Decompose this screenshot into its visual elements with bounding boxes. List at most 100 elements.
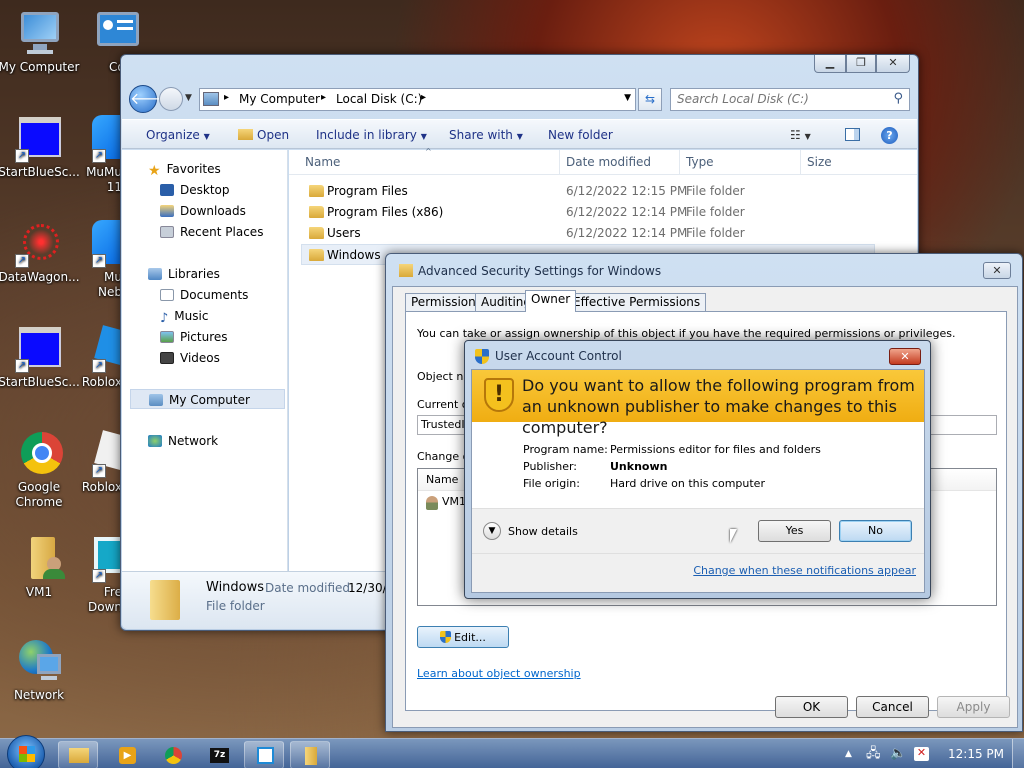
address-bar[interactable]: ▸ My Computer ▸ Local Disk (C:) ▸ ▼ — [199, 88, 636, 111]
column-date-modified[interactable]: Date modified — [566, 155, 651, 169]
uac-title: User Account Control — [495, 349, 622, 363]
nav-label: Documents — [180, 288, 249, 302]
close-button[interactable]: ✕ — [889, 348, 921, 365]
network-tray-icon[interactable]: 🖧 — [866, 739, 881, 768]
nav-documents[interactable]: Documents — [160, 285, 248, 305]
recent-pages-dropdown[interactable]: ▼ — [185, 93, 192, 103]
nav-music[interactable]: ♪ Music — [160, 306, 208, 326]
clock[interactable]: 12:15 PM — [948, 739, 1004, 768]
close-button[interactable]: ✕ — [876, 55, 910, 73]
volume-icon[interactable]: 🔈 — [890, 739, 906, 768]
mumu-icon: ↗ — [78, 115, 122, 163]
table-row[interactable]: Program Files 6/12/2022 12:15 PM File fo… — [289, 181, 869, 202]
tab-owner[interactable]: Owner — [525, 290, 577, 312]
column-header-row: Name ^ Date modified Type Size — [289, 147, 917, 175]
taskbar-7zip[interactable]: 7z — [198, 741, 238, 768]
include-in-library-button[interactable]: Include in library ▼ — [316, 120, 427, 150]
nav-pictures[interactable]: Pictures — [160, 327, 228, 347]
table-row[interactable]: Users 6/12/2022 12:14 PM File folder — [289, 223, 869, 244]
minimize-button[interactable]: ▁ — [814, 55, 846, 73]
nav-downloads[interactable]: Downloads — [160, 201, 246, 221]
desktop-icon-mumu[interactable]: ↗ MuMu 11 — [78, 115, 122, 195]
breadcrumb-local-disk[interactable]: Local Disk (C:) — [336, 92, 422, 106]
desktop-icon-datawagon[interactable]: ↗ DataWagon... — [0, 220, 81, 285]
apply-button[interactable]: Apply — [937, 696, 1010, 718]
ok-button[interactable]: OK — [775, 696, 848, 718]
details-type: File folder — [206, 599, 265, 613]
address-dropdown-icon[interactable]: ▼ — [624, 93, 631, 103]
change-notifications-link[interactable]: Change when these notifications appear — [693, 564, 916, 577]
column-name[interactable]: Name — [305, 155, 340, 169]
taskbar-media-player[interactable]: ▶ — [106, 741, 146, 768]
music-icon: ♪ — [160, 311, 169, 326]
taskbar-chrome[interactable] — [152, 741, 192, 768]
start-button[interactable] — [7, 735, 45, 768]
share-with-button[interactable]: Share with ▼ — [449, 120, 523, 150]
cancel-button[interactable]: Cancel — [856, 696, 929, 718]
taskbar-app[interactable] — [244, 741, 284, 768]
show-hidden-icons-button[interactable]: ▲ — [845, 739, 852, 768]
chevron-down-icon: ▼ — [516, 132, 523, 141]
cancel-label: Cancel — [872, 700, 913, 714]
star-icon: ★ — [148, 163, 161, 179]
desktop-icon-network[interactable]: Network — [0, 638, 81, 703]
nav-videos[interactable]: Videos — [160, 348, 220, 368]
desktop-icon-google-chrome[interactable]: Google Chrome — [0, 430, 81, 510]
organize-button[interactable]: Organize ▼ — [146, 120, 210, 150]
column-name[interactable]: Name — [426, 473, 458, 486]
nav-my-computer[interactable]: My Computer — [130, 389, 285, 409]
taskbar-folder-active[interactable] — [290, 741, 330, 768]
change-view-button[interactable]: ☷ ▼ — [790, 120, 811, 150]
chrome-icon — [165, 747, 182, 764]
table-row[interactable]: Program Files (x86) 6/12/2022 12:14 PM F… — [289, 202, 869, 223]
desktop-icon-startbluescreen[interactable]: ↗ StartBlueSc... — [0, 115, 81, 180]
nav-label: Downloads — [180, 204, 246, 218]
folder-icon — [309, 227, 324, 239]
row-date: 6/12/2022 12:14 PM — [566, 205, 688, 219]
preview-pane-button[interactable] — [845, 120, 860, 150]
show-desktop-button[interactable] — [1012, 739, 1024, 768]
nav-desktop[interactable]: Desktop — [160, 180, 230, 200]
nav-favorites[interactable]: ★ Favorites — [148, 159, 221, 179]
nav-network[interactable]: Network — [148, 431, 218, 451]
nav-recent-places[interactable]: Recent Places — [160, 222, 263, 242]
learn-ownership-link[interactable]: Learn about object ownership — [417, 667, 581, 680]
edit-button[interactable]: Edit... — [417, 626, 509, 648]
column-divider — [559, 150, 560, 174]
column-size[interactable]: Size — [807, 155, 832, 169]
desktop-icon-label: Roblox — [81, 375, 122, 389]
maximize-button[interactable]: ❐ — [846, 55, 876, 73]
open-label: Open — [257, 128, 290, 142]
help-button[interactable]: ? — [881, 120, 898, 150]
details-name: Windows — [206, 580, 265, 595]
desktop-icon-vm1[interactable]: VM1 — [0, 535, 81, 600]
open-button[interactable]: Open — [238, 120, 289, 150]
desktop-icon-my-computer[interactable]: My Computer — [0, 10, 81, 75]
close-button[interactable]: ✕ — [983, 262, 1011, 279]
yes-button[interactable]: Yes — [758, 520, 831, 542]
search-box[interactable]: ⚲ — [670, 88, 910, 111]
desktop-icon-roblox-studio[interactable]: ↗ Roblox — [78, 430, 122, 495]
desktop-icon-mumu-nebula[interactable]: ↗ Mu Neb — [78, 220, 122, 300]
folder-icon — [399, 264, 413, 277]
file-origin-value: Hard drive on this computer — [610, 477, 765, 490]
back-button[interactable]: 🡐 — [129, 85, 173, 113]
shortcut-arrow-icon: ↗ — [92, 359, 106, 373]
forward-button[interactable] — [159, 87, 183, 111]
column-type[interactable]: Type — [686, 155, 714, 169]
search-input[interactable] — [677, 92, 877, 106]
breadcrumb-my-computer[interactable]: My Computer — [239, 92, 320, 106]
ok-label: OK — [802, 700, 821, 714]
nav-libraries[interactable]: Libraries — [148, 264, 220, 284]
desktop-icon-roblox[interactable]: ↗ Roblox — [78, 325, 122, 390]
no-button[interactable]: No — [839, 520, 912, 542]
action-center-icon[interactable]: ✕ — [914, 747, 929, 761]
desktop-icon-startbluescreen-2[interactable]: ↗ StartBlueSc... — [0, 325, 81, 390]
refresh-button[interactable]: ⇆ — [638, 88, 662, 111]
new-folder-button[interactable]: New folder — [548, 120, 613, 150]
show-details-label: Show details — [508, 525, 578, 538]
roblox-icon: ↗ — [78, 325, 122, 373]
desktop-icon-free-download[interactable]: ↗ Fre Down — [78, 535, 122, 615]
tab-effective-permissions[interactable]: Effective Permissions — [567, 293, 707, 311]
taskbar-explorer[interactable] — [58, 741, 98, 768]
